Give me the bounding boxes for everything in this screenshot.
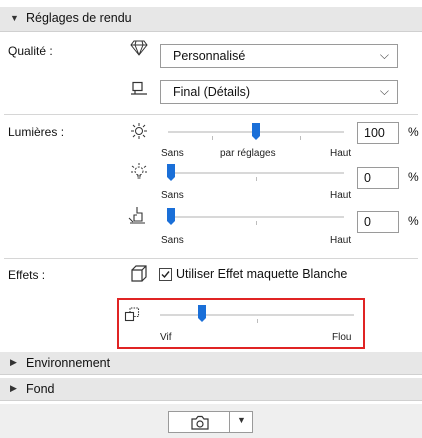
highlight-frame xyxy=(117,298,365,349)
environment-section-title: Environnement xyxy=(26,356,111,370)
expand-triangle-icon: ▶ xyxy=(10,383,17,393)
collapse-triangle-icon: ▼ xyxy=(10,13,19,23)
slider-tick xyxy=(257,319,258,323)
render-settings-title: Réglages de rendu xyxy=(26,11,132,25)
divider xyxy=(4,258,418,259)
effects-label: Effets : xyxy=(8,268,46,282)
blur-min-label: Vif xyxy=(160,332,172,343)
divider xyxy=(4,114,418,115)
cube-icon xyxy=(131,265,147,282)
background-section-header[interactable]: ▶ Fond xyxy=(0,378,422,401)
ambient-unit: % xyxy=(408,214,419,228)
lamp-slider-thumb[interactable] xyxy=(167,164,175,181)
dropdown-arrow-icon: ▼ xyxy=(237,415,246,425)
chevron-down-icon: ⌵ xyxy=(379,48,389,62)
ambient-slider-thumb[interactable] xyxy=(167,208,175,225)
lamp-slider-track[interactable] xyxy=(168,172,344,174)
lamp-unit: % xyxy=(408,170,419,184)
lamp-value-input[interactable]: 0 xyxy=(357,167,399,189)
detail-select-value: Final (Détails) xyxy=(173,85,251,99)
white-model-checkbox-label[interactable]: Utiliser Effet maquette Blanche xyxy=(176,267,347,281)
lamp-max-label: Haut xyxy=(330,190,352,201)
expand-triangle-icon: ▶ xyxy=(10,357,17,367)
sun-max-label: Haut xyxy=(330,148,352,159)
slider-tick xyxy=(256,177,257,181)
checkmark-icon xyxy=(161,271,170,279)
ambient-max-label: Haut xyxy=(330,235,352,246)
sun-min-label: Sans xyxy=(161,148,184,159)
quality-label: Qualité : xyxy=(8,44,53,58)
environment-section-header[interactable]: ▶ Environnement xyxy=(0,352,422,375)
ambient-slider-track[interactable] xyxy=(168,216,344,218)
render-snapshot-button[interactable] xyxy=(168,411,230,433)
sun-icon xyxy=(131,123,147,139)
sun-slider-thumb[interactable] xyxy=(252,123,260,140)
background-section-title: Fond xyxy=(26,382,55,396)
engine-select-value: Personnalisé xyxy=(173,49,246,63)
slider-tick xyxy=(256,221,257,225)
ambient-value-input[interactable]: 0 xyxy=(357,211,399,233)
render-settings-header[interactable]: ▼ Réglages de rendu xyxy=(0,7,422,32)
diamond-icon xyxy=(130,40,148,56)
blur-slider-track[interactable] xyxy=(160,314,354,316)
white-model-checkbox[interactable] xyxy=(159,268,172,281)
blur-max-label: Flou xyxy=(332,332,352,343)
chevron-down-icon: ⌵ xyxy=(379,84,389,98)
slider-tick xyxy=(300,136,301,140)
blur-slider-thumb[interactable] xyxy=(198,305,206,322)
render-options-dropdown-button[interactable]: ▼ xyxy=(229,411,253,433)
ambient-light-icon xyxy=(128,207,145,224)
lights-label: Lumières : xyxy=(8,125,65,139)
ambient-min-label: Sans xyxy=(161,235,184,246)
detail-select[interactable]: Final (Détails) ⌵ xyxy=(160,80,398,104)
sun-mid-label: par réglages xyxy=(220,148,276,159)
lamp-min-label: Sans xyxy=(161,190,184,201)
sun-unit: % xyxy=(408,125,419,139)
sun-value-input[interactable]: 100 xyxy=(357,122,399,144)
camera-icon xyxy=(191,415,209,430)
slider-tick xyxy=(212,136,213,140)
layers-icon xyxy=(124,307,140,322)
render-quality-icon xyxy=(131,81,147,95)
lamp-icon xyxy=(131,163,147,179)
engine-select[interactable]: Personnalisé ⌵ xyxy=(160,44,398,68)
